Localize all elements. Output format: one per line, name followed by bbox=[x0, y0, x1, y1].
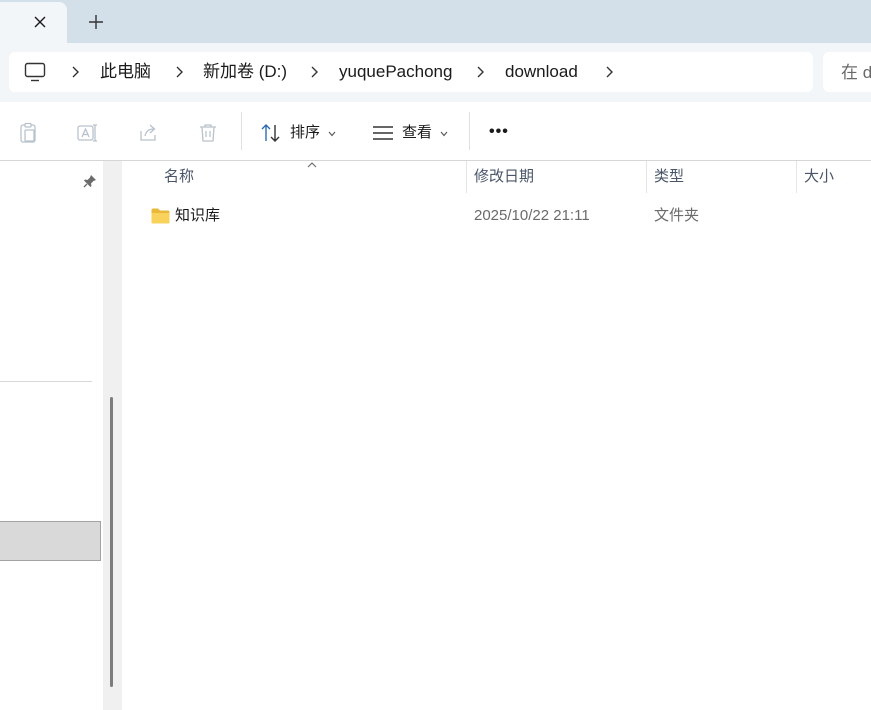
chevron-right-icon[interactable] bbox=[174, 65, 184, 79]
rename-icon[interactable] bbox=[76, 122, 98, 144]
sort-icon bbox=[261, 124, 280, 142]
breadcrumb-this-pc[interactable]: 此电脑 bbox=[100, 62, 151, 82]
share-icon[interactable] bbox=[137, 122, 159, 144]
chevron-right-icon[interactable] bbox=[604, 65, 614, 79]
chevron-down-icon bbox=[328, 131, 336, 137]
view-label: 查看 bbox=[402, 124, 433, 141]
navigation-pane bbox=[0, 161, 103, 710]
command-bar: 排序 查看 ••• bbox=[0, 102, 871, 161]
file-modified: 2025/10/22 21:11 bbox=[474, 207, 590, 224]
file-list: 名称 修改日期 类型 大小 知识库 2025/10/22 21:11 文件夹 bbox=[122, 161, 871, 710]
breadcrumb-current[interactable]: download bbox=[505, 62, 578, 82]
sort-button[interactable]: 排序 bbox=[260, 120, 340, 146]
column-header-type[interactable]: 类型 bbox=[654, 161, 684, 193]
new-tab-icon[interactable] bbox=[86, 12, 106, 32]
more-icon: ••• bbox=[489, 123, 509, 140]
address-row: 此电脑 新加卷 (D:) yuquePachong download 在 d bbox=[0, 43, 871, 102]
scrollbar-thumb[interactable] bbox=[110, 397, 113, 687]
file-name: 知识库 bbox=[175, 207, 221, 224]
breadcrumb-folder[interactable]: yuquePachong bbox=[339, 62, 452, 82]
sort-ascending-icon bbox=[307, 162, 317, 168]
column-header-name[interactable]: 名称 bbox=[164, 161, 194, 193]
more-options-button[interactable]: ••• bbox=[486, 120, 516, 146]
nav-item-selected[interactable] bbox=[0, 521, 101, 561]
view-list-icon bbox=[373, 126, 393, 140]
chevron-right-icon[interactable] bbox=[70, 65, 80, 79]
tab-bar bbox=[0, 0, 871, 43]
column-header-size[interactable]: 大小 bbox=[804, 161, 834, 193]
column-separator[interactable] bbox=[796, 161, 797, 193]
nav-scrollbar[interactable] bbox=[103, 161, 122, 710]
chevron-right-icon[interactable] bbox=[475, 65, 485, 79]
close-icon[interactable] bbox=[32, 14, 48, 30]
table-row[interactable]: 知识库 2025/10/22 21:11 文件夹 bbox=[142, 199, 871, 233]
sort-label: 排序 bbox=[290, 124, 321, 141]
file-type: 文件夹 bbox=[654, 207, 700, 224]
pin-icon[interactable] bbox=[83, 174, 97, 188]
nav-divider bbox=[0, 381, 92, 382]
folder-icon bbox=[151, 208, 170, 224]
toolbar-divider bbox=[469, 112, 470, 150]
tab-active[interactable] bbox=[0, 2, 67, 43]
toolbar-divider bbox=[241, 112, 242, 150]
chevron-right-icon[interactable] bbox=[309, 65, 319, 79]
delete-icon[interactable] bbox=[197, 122, 219, 144]
view-button[interactable]: 查看 bbox=[372, 120, 452, 146]
paste-icon[interactable] bbox=[17, 122, 39, 144]
computer-icon[interactable] bbox=[24, 62, 46, 82]
search-input[interactable]: 在 d bbox=[823, 52, 871, 92]
search-placeholder: 在 d bbox=[841, 63, 871, 82]
column-separator[interactable] bbox=[646, 161, 647, 193]
address-bar[interactable]: 此电脑 新加卷 (D:) yuquePachong download bbox=[9, 52, 813, 92]
breadcrumb-drive[interactable]: 新加卷 (D:) bbox=[203, 62, 287, 82]
column-header-modified[interactable]: 修改日期 bbox=[474, 161, 534, 193]
chevron-down-icon bbox=[440, 131, 448, 137]
column-separator[interactable] bbox=[466, 161, 467, 193]
